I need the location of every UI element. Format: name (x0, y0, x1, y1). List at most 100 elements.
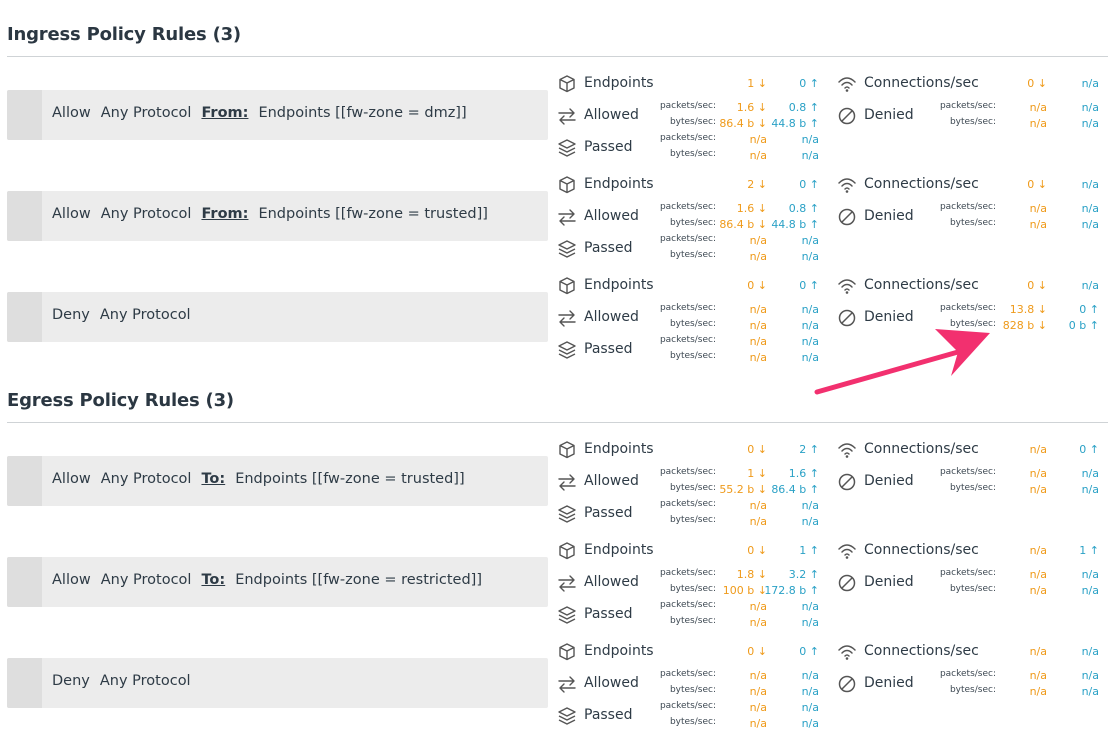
rule-protocol: Any Protocol (100, 572, 192, 588)
allowed-packets-out: 1.6 ↑ (788, 467, 819, 480)
rule-direction-label: To: (201, 572, 226, 588)
rule-direction-label: From: (201, 105, 249, 121)
rule-summary: Deny Any Protocol (52, 673, 191, 689)
cube-icon (559, 176, 575, 194)
allowed-packets-out: 0.8 ↑ (788, 101, 819, 114)
arrows-exchange-icon (558, 474, 576, 491)
rule-box[interactable]: Allow Any Protocol From: Endpoints [[fw-zon… (7, 90, 548, 140)
denied-bytes-out: n/a (1081, 685, 1099, 698)
passed-bytes-out: n/a (801, 250, 819, 263)
passed-label: Passed (584, 139, 633, 155)
allowed-label: Allowed (584, 107, 639, 123)
drag-handle[interactable] (7, 90, 42, 140)
connections-label: Connections/sec (864, 643, 979, 659)
allowed-label: Allowed (584, 309, 639, 325)
layers-icon (558, 505, 576, 523)
allowed-bytes-out: 44.8 b ↑ (771, 117, 819, 130)
passed-packets-out: n/a (801, 600, 819, 613)
denied-label: Denied (864, 208, 914, 224)
rule-action: Allow (52, 206, 91, 222)
rule-summary: Deny Any Protocol (52, 307, 191, 323)
passed-packets-out: n/a (801, 335, 819, 348)
denied-label: Denied (864, 574, 914, 590)
passed-packets-out: n/a (801, 133, 819, 146)
prohibited-icon (838, 208, 856, 226)
cube-icon (559, 441, 575, 459)
endpoints-out: 2 ↑ (799, 443, 819, 456)
rule-box[interactable]: Deny Any Protocol (7, 292, 548, 342)
allowed-label: Allowed (584, 208, 639, 224)
prohibited-icon (838, 309, 856, 327)
connections-out: 0 ↑ (1079, 443, 1099, 456)
endpoints-out: 0 ↑ (799, 645, 819, 658)
endpoints-out: 1 ↑ (799, 544, 819, 557)
section-divider (7, 56, 1108, 57)
denied-bytes-out: 0 b ↑ (1068, 319, 1099, 332)
passed-label: Passed (584, 606, 633, 622)
section-divider (7, 422, 1108, 423)
allowed-label: Allowed (584, 473, 639, 489)
endpoints-label: Endpoints (584, 277, 654, 293)
connections-label: Connections/sec (864, 441, 979, 457)
passed-packets-out: n/a (801, 701, 819, 714)
layers-icon (558, 707, 576, 725)
prohibited-icon (838, 675, 856, 693)
denied-label: Denied (864, 675, 914, 691)
drag-handle[interactable] (7, 456, 42, 506)
passed-packets-out: n/a (801, 234, 819, 247)
rule-box[interactable]: Allow Any Protocol To: Endpoints [[fw-zone … (7, 557, 548, 607)
rule-box[interactable]: Deny Any Protocol (7, 658, 548, 708)
rule-summary: Allow Any Protocol From: Endpoints [[fw-zon… (52, 105, 467, 121)
allowed-packets-out: 0.8 ↑ (788, 202, 819, 215)
wifi-icon (838, 544, 856, 559)
denied-bytes-out: n/a (1081, 117, 1099, 130)
layers-icon (558, 341, 576, 359)
egress-section-title: Egress Policy Rules (3) (7, 390, 234, 411)
drag-handle[interactable] (7, 557, 42, 607)
wifi-icon (838, 279, 856, 294)
connections-label: Connections/sec (864, 542, 979, 558)
allowed-packets-out: n/a (801, 669, 819, 682)
allowed-bytes-out: 172.8 b ↑ (764, 584, 819, 597)
connections-out: n/a (1081, 77, 1099, 90)
rule-target: Endpoints [[fw-zone = trusted]] (235, 471, 465, 487)
rule-summary: Allow Any Protocol From: Endpoints [[fw-zon… (52, 206, 488, 222)
allowed-bytes-out: n/a (801, 685, 819, 698)
rule-box[interactable]: Allow Any Protocol To: Endpoints [[fw-zone … (7, 456, 548, 506)
cube-icon (559, 277, 575, 295)
passed-label: Passed (584, 341, 633, 357)
denied-bytes-out: n/a (1081, 584, 1099, 597)
rule-protocol: Any Protocol (100, 105, 192, 121)
endpoints-out: 0 ↑ (799, 178, 819, 191)
drag-handle[interactable] (7, 191, 42, 241)
rule-protocol: Any Protocol (99, 307, 191, 323)
rule-direction-label: From: (201, 206, 249, 222)
rule-action: Deny (52, 673, 90, 689)
denied-bytes-out: n/a (1081, 483, 1099, 496)
ingress-section-title: Ingress Policy Rules (3) (7, 24, 241, 45)
cube-icon (559, 75, 575, 93)
rule-action: Allow (52, 572, 91, 588)
rule-protocol: Any Protocol (100, 206, 192, 222)
passed-bytes-out: n/a (801, 149, 819, 162)
allowed-bytes-out: n/a (801, 319, 819, 332)
connections-label: Connections/sec (864, 75, 979, 91)
connections-out: 1 ↑ (1079, 544, 1099, 557)
rule-summary: Allow Any Protocol To: Endpoints [[fw-zone … (52, 572, 482, 588)
denied-packets-out: n/a (1081, 568, 1099, 581)
wifi-icon (838, 645, 856, 660)
denied-packets-out: n/a (1081, 101, 1099, 114)
denied-packets-out: 0 ↑ (1079, 303, 1099, 316)
denied-packets-out: n/a (1081, 467, 1099, 480)
rule-protocol: Any Protocol (100, 471, 192, 487)
drag-handle[interactable] (7, 658, 42, 708)
allowed-bytes-out: 86.4 b ↑ (771, 483, 819, 496)
cube-icon (559, 643, 575, 661)
layers-icon (558, 606, 576, 624)
denied-label: Denied (864, 107, 914, 123)
rule-box[interactable]: Allow Any Protocol From: Endpoints [[fw-zon… (7, 191, 548, 241)
arrows-exchange-icon (558, 108, 576, 125)
drag-handle[interactable] (7, 292, 42, 342)
passed-bytes-out: n/a (801, 515, 819, 528)
wifi-icon (838, 178, 856, 193)
